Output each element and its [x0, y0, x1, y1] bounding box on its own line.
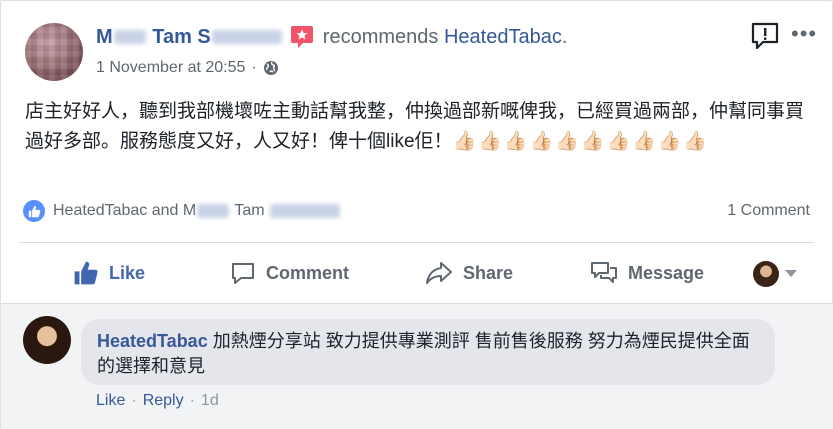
- share-icon: [426, 262, 452, 284]
- like-reaction-icon: [23, 200, 45, 222]
- post-timestamp[interactable]: 1 November at 20:55: [96, 59, 245, 77]
- comment-reply-link[interactable]: Reply: [143, 392, 184, 410]
- comment-button[interactable]: Comment: [230, 254, 349, 292]
- blurred-surname: [211, 30, 282, 45]
- globe-icon[interactable]: [263, 60, 279, 76]
- author-name[interactable]: M Tam S: [96, 26, 283, 49]
- reaction-summary[interactable]: HeatedTabac and M Tam: [23, 200, 341, 222]
- divider: [19, 242, 814, 243]
- like-button[interactable]: Like: [73, 254, 145, 292]
- comment-like-link[interactable]: Like: [96, 392, 125, 410]
- thumbs-up-icon: [74, 261, 98, 285]
- reaction-names-first: HeatedTabac and M: [53, 202, 197, 219]
- message-label: Message: [628, 262, 705, 283]
- comment-bubble: HeatedTabac 加熱煙分享站 致力提供專業測評 售前售後服務 努力為煙民…: [81, 319, 775, 385]
- more-options-icon[interactable]: •••: [791, 23, 817, 45]
- share-label: Share: [463, 262, 514, 283]
- chevron-down-icon[interactable]: [785, 270, 797, 277]
- author-name-first: M: [96, 25, 113, 48]
- comment-count-link[interactable]: 1 Comment: [727, 202, 810, 220]
- author-avatar[interactable]: [25, 23, 83, 81]
- message-button[interactable]: Message: [590, 254, 704, 292]
- post-header: M Tam S recommends HeatedTabac .: [96, 25, 567, 49]
- commenter-avatar[interactable]: [23, 316, 71, 364]
- meta-separator: ·: [251, 59, 257, 76]
- comment-label: Comment: [266, 262, 350, 283]
- share-button[interactable]: Share: [425, 254, 513, 292]
- post-body: 店主好好人，聽到我部機壞咗主動話幫我整，仲換過部新嘅俾我，已經買過兩部，仲幫同事…: [25, 97, 815, 157]
- blurred-name-part: [197, 203, 230, 218]
- post-meta: 1 November at 20:55 ·: [96, 59, 279, 77]
- comment-icon: [232, 263, 254, 284]
- post-card: M Tam S recommends HeatedTabac . 1 Novem…: [0, 0, 833, 429]
- action-bar: Like Comment Share Message: [1, 254, 833, 292]
- blurred-surname: [270, 203, 341, 218]
- recommendation-badge-icon: [289, 25, 315, 49]
- report-icon[interactable]: [750, 22, 780, 50]
- comment-separator: ·: [189, 392, 195, 409]
- page-name-link[interactable]: HeatedTabac: [444, 26, 562, 49]
- thumbs-up-emojis: 👍🏻👍🏻👍🏻👍🏻👍🏻👍🏻👍🏻👍🏻👍🏻👍🏻: [452, 131, 710, 152]
- comment-separator: ·: [131, 392, 137, 409]
- reaction-names-second: Tam: [234, 202, 265, 219]
- like-label: Like: [109, 262, 146, 283]
- page-avatar-selector[interactable]: [753, 261, 779, 287]
- author-name-mid: Tam S: [152, 25, 211, 48]
- message-icon: [591, 262, 617, 283]
- recommends-label: recommends: [322, 25, 439, 48]
- blurred-name-part: [113, 30, 146, 45]
- comment-author-link[interactable]: HeatedTabac: [97, 331, 208, 351]
- header-period: .: [561, 25, 568, 48]
- comment-actions: Like · Reply · 1d: [96, 392, 219, 410]
- comment-timestamp[interactable]: 1d: [201, 392, 219, 410]
